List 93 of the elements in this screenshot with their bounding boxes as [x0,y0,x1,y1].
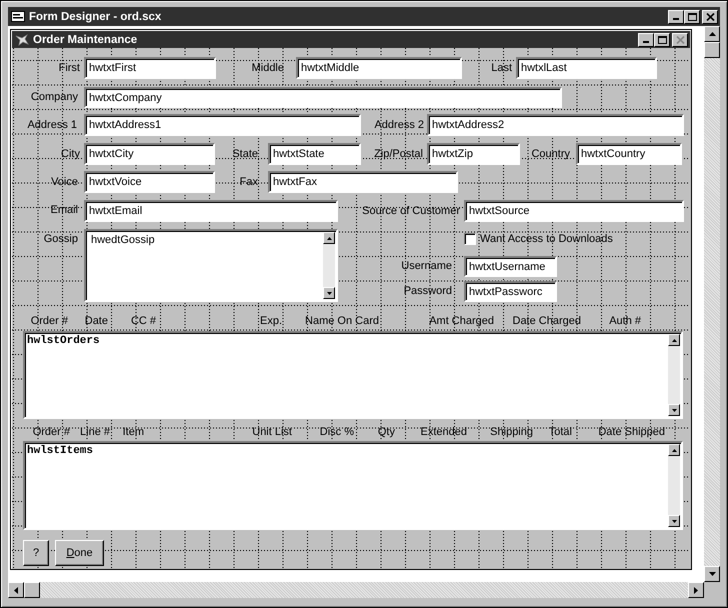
field-label: Amt Charged [428,314,494,329]
command-button[interactable]: ? [23,540,49,566]
field-label: Exp. [258,314,282,329]
list-box-name: hwlstOrders [27,335,100,347]
checkbox[interactable] [464,233,476,245]
close-icon [676,36,684,44]
field-label: Gossip [42,232,78,247]
field-label: State [231,147,258,162]
down-arrow-icon [326,292,332,294]
field-label: Source of Customer [361,204,460,219]
up-arrow-icon [326,236,332,240]
field-label: City [60,147,80,162]
field-label: Qty [376,425,395,440]
field-label: Company [30,90,78,105]
scroll-up-button[interactable] [704,26,720,42]
field-label: Country [530,147,570,162]
down-arrow-icon [672,520,676,522]
scroll-down-button[interactable] [668,404,680,416]
maximize-button[interactable] [684,10,700,24]
text-field[interactable]: hwtxtState [268,143,361,165]
list-box-name: hwlstItems [27,445,94,457]
scroll-right-button[interactable] [688,582,704,598]
field-label: Address 1 [26,118,77,133]
field-label: Name On Card [304,314,379,329]
minimize-icon [673,18,679,20]
scroll-thumb[interactable] [704,42,720,58]
field-label: Extended [420,425,467,440]
text-field[interactable]: hwtxtFirst [84,57,216,79]
maximize-button[interactable] [654,32,670,46]
up-arrow-icon [672,338,676,342]
minimize-button[interactable] [638,32,654,46]
text-field[interactable]: hwtxtAddress1 [84,114,361,136]
field-label: Order # [30,314,68,329]
text-field[interactable]: hwtxtEmail [84,200,338,222]
field-label: Item [122,425,144,440]
scroll-up-button[interactable] [668,334,680,346]
list-box[interactable]: hwlstOrders [23,331,683,419]
scroll-down-button[interactable] [668,515,680,527]
field-label: Order # [32,425,70,440]
text-field[interactable]: hwtxtAddress2 [427,114,684,136]
text-field[interactable]: hwtxtZip [427,143,520,165]
field-label: Username [400,259,452,274]
text-field[interactable]: hwtxtMiddle [296,57,462,79]
down-arrow-icon [672,408,676,412]
text-field[interactable]: hwtxtSource [464,200,684,222]
up-arrow-icon [672,448,676,452]
field-label: CC # [130,314,156,329]
text-field[interactable]: hwtxtFax [268,171,458,193]
text-field[interactable]: hwtxtCity [84,143,215,165]
minimize-icon [643,41,649,43]
field-label: Password [402,284,452,299]
left-arrow-icon [14,586,18,594]
scroll-left-button[interactable] [8,582,24,598]
fox-icon [15,34,29,46]
field-label: Shipping [489,425,533,440]
scroll-up-button[interactable] [323,232,335,244]
close-icon [706,12,714,20]
minimize-button[interactable] [668,10,684,24]
form-title: Order Maintenance [33,34,138,46]
scroll-down-button[interactable] [323,287,335,299]
maximize-icon [658,36,666,44]
command-button[interactable]: Done [55,540,104,566]
field-label: Fax [238,175,258,190]
text-field[interactable]: hwtxlLast [516,57,657,79]
field-label: Zip/Postal [373,147,423,162]
field-label: Date Shipped [597,425,665,440]
close-button[interactable] [672,32,688,46]
down-arrow-icon [708,572,716,576]
window-title: Form Designer - ord.scx [29,10,162,22]
field-label: Address 2 [373,118,424,133]
text-field[interactable]: hwtxtUsername [464,256,557,277]
right-arrow-icon [694,586,698,594]
checkbox-label[interactable]: Want Access to Downloads [480,231,613,247]
field-label: Auth # [608,314,641,329]
edit-box-text: hwedtGossip [91,234,155,246]
field-label: Last [490,61,512,76]
list-box[interactable]: hwlstItems [23,441,683,530]
text-field[interactable]: hwtxtCountry [576,143,682,165]
field-label: First [58,61,80,76]
field-label: Date [84,314,108,329]
text-field[interactable]: hwtxtVoice [84,171,215,193]
edit-box[interactable]: hwedtGossip [84,229,338,302]
up-arrow-icon [708,32,716,36]
close-button[interactable] [702,10,718,24]
text-field[interactable]: hwtxtCompany [84,87,562,108]
window-icon [11,11,25,22]
field-label: Date Charged [512,314,581,329]
maximize-icon [688,12,696,20]
scroll-down-button[interactable] [704,566,720,582]
scroll-up-button[interactable] [668,444,680,456]
text-field[interactable]: hwtxtPassworc [464,281,557,302]
field-label: Middle [250,61,284,76]
scroll-thumb[interactable] [24,582,40,598]
